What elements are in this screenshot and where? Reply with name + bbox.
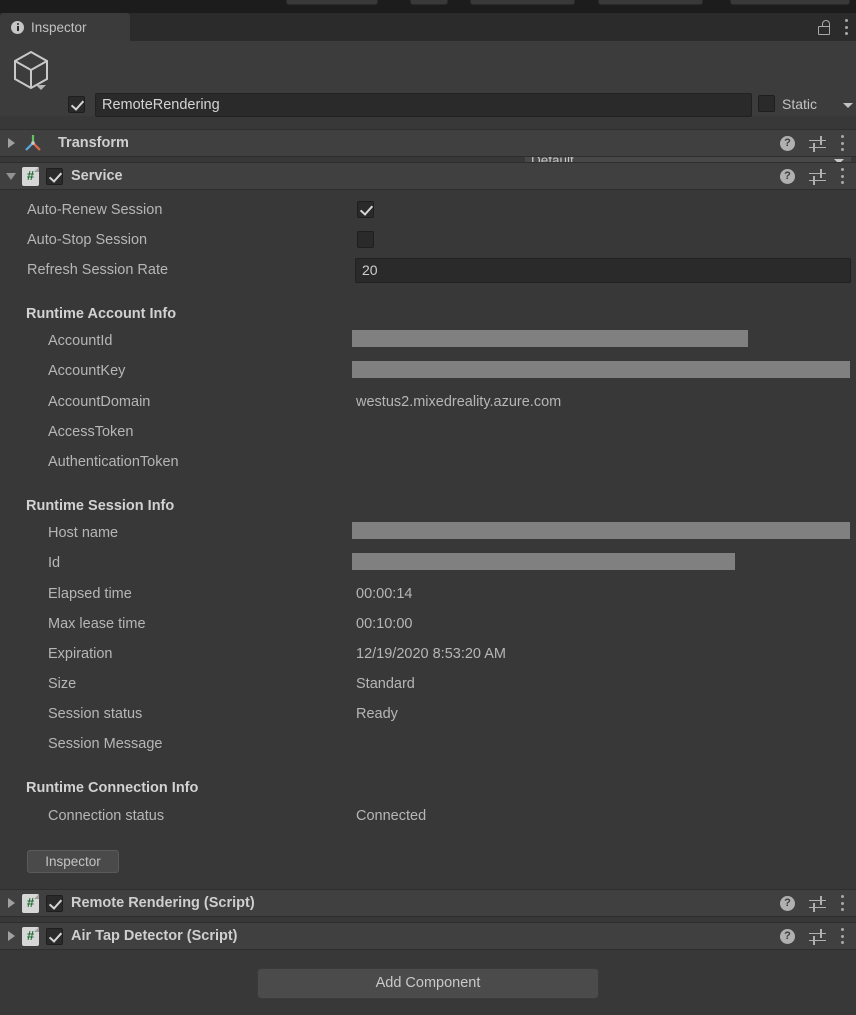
property-value-connection-status: Connected <box>356 808 427 824</box>
remote-rendering-enabled-checkbox[interactable] <box>46 894 63 912</box>
chevron-down-icon[interactable] <box>36 85 46 90</box>
tab-inspector[interactable]: Inspector <box>0 13 130 41</box>
redacted-value-accountid <box>352 330 748 347</box>
property-label-size: Size <box>48 676 77 692</box>
component-header-service[interactable]: # Service ? <box>0 162 856 190</box>
toolbar-pill <box>410 0 448 5</box>
gameobject-header: RemoteRendering Static Tag Untagged Laye… <box>0 41 856 171</box>
component-name-remote-rendering: Remote Rendering (Script) <box>71 895 255 911</box>
property-label-host-name: Host name <box>48 525 119 541</box>
component-name-service: Service <box>71 168 123 184</box>
property-label-session-message: Session Message <box>48 736 163 752</box>
inspector-button[interactable]: Inspector <box>27 850 119 873</box>
property-label-accountkey: AccountKey <box>48 363 126 379</box>
property-value-accountdomain: westus2.mixedreality.azure.com <box>356 394 562 410</box>
unity-inspector-window: Inspector RemoteRendering Static Tag Unt… <box>0 0 856 1015</box>
redacted-value-id <box>352 553 735 570</box>
air-tap-detector-enabled-checkbox[interactable] <box>46 927 63 945</box>
foldout-toggle-air-tap-detector[interactable] <box>0 931 22 941</box>
property-value-expiration: 12/19/2020 8:53:20 AM <box>356 646 506 662</box>
property-label-id: Id <box>48 555 61 571</box>
property-label-auto-stop: Auto-Stop Session <box>27 232 148 248</box>
static-dropdown-arrow-icon[interactable] <box>843 103 853 108</box>
help-icon[interactable]: ? <box>780 895 795 911</box>
preset-icon[interactable] <box>809 928 826 945</box>
component-header-air-tap-detector[interactable]: # Air Tap Detector (Script) ? <box>0 922 856 950</box>
component-header-transform[interactable]: Transform ? <box>0 129 856 157</box>
property-value-max-lease-time: 00:10:00 <box>356 616 413 632</box>
section-header-runtime-account-info: Runtime Account Info <box>26 306 177 322</box>
property-value-elapsed-time: 00:00:14 <box>356 586 413 602</box>
kebab-menu-icon[interactable] <box>840 135 844 151</box>
static-label: Static <box>782 96 818 112</box>
transform-axis-icon <box>25 135 41 151</box>
script-icon: # <box>22 166 39 186</box>
property-label-expiration: Expiration <box>48 646 113 662</box>
foldout-toggle-transform[interactable] <box>0 138 22 148</box>
property-label-authenticationtoken: AuthenticationToken <box>48 454 179 470</box>
toolbar-pill <box>470 0 575 5</box>
script-icon: # <box>22 893 39 913</box>
kebab-menu-icon[interactable] <box>840 928 844 944</box>
add-component-button[interactable]: Add Component <box>257 968 599 999</box>
inspector-tab-bar: Inspector <box>0 13 856 41</box>
tab-bar-actions <box>818 13 848 41</box>
property-label-auto-renew: Auto-Renew Session <box>27 202 163 218</box>
refresh-session-rate-input[interactable]: 20 <box>355 258 851 283</box>
top-toolbar-strip <box>0 0 856 13</box>
auto-stop-session-checkbox[interactable] <box>357 231 374 248</box>
redacted-value-host-name <box>352 522 850 539</box>
component-name-transform: Transform <box>58 135 129 151</box>
preset-icon[interactable] <box>809 168 826 185</box>
gameobject-name-input[interactable]: RemoteRendering <box>95 93 752 117</box>
property-label-accesstoken: AccessToken <box>48 424 134 440</box>
info-icon <box>11 20 24 34</box>
kebab-menu-icon[interactable] <box>840 168 844 184</box>
component-name-air-tap-detector: Air Tap Detector (Script) <box>71 928 238 944</box>
auto-renew-session-checkbox[interactable] <box>357 201 374 218</box>
foldout-toggle-remote-rendering[interactable] <box>0 898 22 908</box>
property-label-session-status: Session status <box>48 706 143 722</box>
toolbar-pill <box>730 0 850 5</box>
property-value-size: Standard <box>356 676 415 692</box>
property-label-refresh-rate: Refresh Session Rate <box>27 262 169 278</box>
gameobject-enabled-checkbox[interactable] <box>68 96 85 113</box>
property-label-connection-status: Connection status <box>48 808 165 824</box>
help-icon[interactable]: ? <box>780 928 795 944</box>
help-icon[interactable]: ? <box>780 135 795 151</box>
service-enabled-checkbox[interactable] <box>46 167 63 185</box>
property-label-elapsed-time: Elapsed time <box>48 586 132 602</box>
property-label-max-lease-time: Max lease time <box>48 616 146 632</box>
preset-icon[interactable] <box>809 895 826 912</box>
toolbar-pill <box>286 0 378 5</box>
property-label-accountid: AccountId <box>48 333 113 349</box>
redacted-value-accountkey <box>352 361 850 378</box>
toolbar-pill <box>598 0 703 5</box>
kebab-menu-icon[interactable] <box>844 19 848 35</box>
property-label-accountdomain: AccountDomain <box>48 394 151 410</box>
property-value-session-status: Ready <box>356 706 398 722</box>
script-icon: # <box>22 926 39 946</box>
section-header-runtime-session-info: Runtime Session Info <box>26 498 175 514</box>
static-checkbox[interactable] <box>758 95 775 112</box>
kebab-menu-icon[interactable] <box>840 895 844 911</box>
help-icon[interactable]: ? <box>780 168 795 184</box>
unlocked-padlock-icon[interactable] <box>818 19 831 35</box>
preset-icon[interactable] <box>809 135 826 152</box>
tab-inspector-label: Inspector <box>31 19 87 35</box>
component-header-remote-rendering[interactable]: # Remote Rendering (Script) ? <box>0 889 856 917</box>
section-header-runtime-connection-info: Runtime Connection Info <box>26 780 199 796</box>
foldout-toggle-service[interactable] <box>0 172 22 180</box>
